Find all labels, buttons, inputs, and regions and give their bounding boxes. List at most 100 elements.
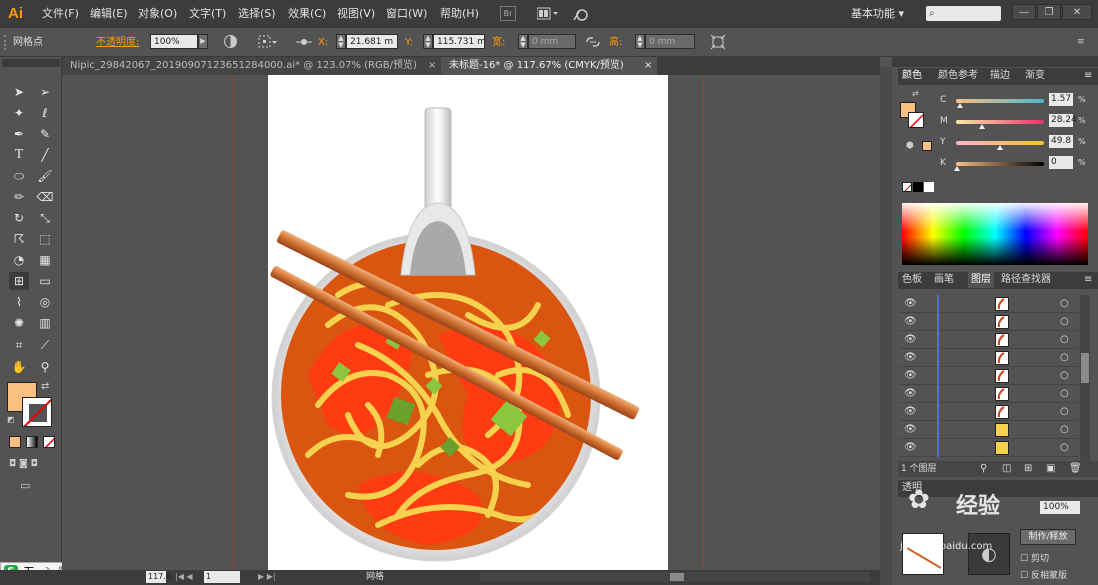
curvature-tool-icon[interactable]: ✎ — [35, 125, 55, 143]
blend-tool-icon[interactable]: ◎ — [35, 293, 55, 311]
layer-row[interactable]: 👁 ○ — [899, 385, 1078, 403]
make-mask-button[interactable]: 制作/释放 — [1020, 529, 1076, 545]
pen-tool-icon[interactable]: ✒ — [9, 125, 29, 143]
target-circle-icon[interactable]: ○ — [1060, 369, 1069, 383]
scale-tool-icon[interactable]: ⤡ — [35, 209, 55, 227]
layer-row[interactable]: 👁 ○ — [899, 403, 1078, 421]
transform-each-icon[interactable] — [710, 34, 726, 50]
layer-row[interactable]: 👁 ○ — [899, 313, 1078, 331]
menu-select[interactable]: 选择(S) — [238, 0, 276, 28]
ellipse-tool-icon[interactable]: ⬭ — [9, 167, 29, 185]
first-page-icon[interactable]: |◀ ◀ — [175, 571, 193, 583]
warp-tool-icon[interactable]: ☈ — [9, 230, 29, 248]
horizontal-scrollbar-thumb[interactable] — [670, 573, 684, 581]
stroke-swatch[interactable] — [22, 397, 52, 427]
lasso-tool-icon[interactable]: ℓ — [35, 104, 55, 122]
visibility-eye-icon[interactable]: 👁 — [904, 423, 917, 437]
shape-builder-tool-icon[interactable]: ◔ — [9, 251, 29, 269]
opacity-dropdown-arrow[interactable]: ▶ — [198, 34, 208, 49]
restore-button[interactable]: ❐ — [1037, 4, 1061, 20]
c-slider[interactable] — [956, 99, 1044, 103]
recolor-icon[interactable] — [223, 34, 238, 49]
artboard[interactable] — [268, 75, 668, 570]
arrange-documents-icon[interactable] — [536, 7, 559, 20]
transform-icon[interactable] — [296, 37, 312, 47]
link-icon[interactable] — [585, 35, 601, 49]
visibility-eye-icon[interactable]: 👁 — [904, 333, 917, 347]
object-thumbnail[interactable] — [902, 533, 944, 575]
tab-brushes[interactable]: 画笔 — [934, 272, 954, 288]
tab-swatches[interactable]: 色板 — [902, 272, 922, 288]
eyedropper-tool-icon[interactable]: ⌇ — [9, 293, 29, 311]
target-circle-icon[interactable]: ○ — [1060, 333, 1069, 347]
tab-document-2[interactable]: 未标题-16* @ 117.67% (CMYK/预览) × — [441, 57, 657, 75]
type-tool-icon[interactable]: T — [9, 146, 29, 164]
page-field[interactable]: 1 — [204, 571, 240, 583]
target-circle-icon[interactable]: ○ — [1060, 405, 1069, 419]
gradient-tool-icon[interactable]: ▭ — [35, 272, 55, 290]
reference-point-icon[interactable] — [258, 35, 278, 49]
magic-wand-tool-icon[interactable]: ✦ — [9, 104, 29, 122]
width-stepper[interactable]: ▲ ▼ — [518, 34, 528, 49]
x-field[interactable]: 21.681 m — [346, 34, 398, 49]
invert-mask-checkbox[interactable]: ☐ 反相蒙版 — [1020, 568, 1067, 581]
target-circle-icon[interactable]: ○ — [1060, 297, 1069, 311]
gradient-mode-icon[interactable] — [26, 436, 38, 448]
default-colors-icon[interactable]: ◩ — [7, 415, 17, 425]
screen-mode-icon[interactable]: ▭ — [20, 479, 42, 493]
zoom-tool-icon[interactable]: ⚲ — [35, 358, 55, 376]
panel-menu-icon[interactable]: ≡ — [1084, 272, 1092, 288]
none-mode-icon[interactable] — [43, 436, 55, 448]
new-layer-icon[interactable]: ▣ — [1046, 462, 1055, 476]
layer-row[interactable]: 👁 ○ — [899, 295, 1078, 313]
transparency-opacity-field[interactable]: 100% — [1040, 501, 1080, 514]
panel-menu-icon[interactable]: ≡ — [1077, 37, 1091, 47]
pencil-tool-icon[interactable]: ✏ — [9, 188, 29, 206]
opacity-label[interactable]: 不透明度: — [96, 35, 139, 50]
target-circle-icon[interactable]: ○ — [1060, 423, 1069, 437]
close-icon[interactable]: × — [644, 57, 652, 75]
y-stepper[interactable]: ▲ ▼ — [423, 34, 433, 49]
hand-tool-icon[interactable]: ✋ — [9, 358, 29, 376]
next-page-icon[interactable]: ▶ ▶| — [258, 571, 276, 583]
locate-object-icon[interactable]: ⚲ — [980, 462, 987, 476]
paintbrush-tool-icon[interactable]: 🖌 — [35, 167, 55, 185]
close-icon[interactable]: × — [428, 57, 436, 75]
target-circle-icon[interactable]: ○ — [1060, 351, 1069, 365]
c-value[interactable]: 1.57 — [1049, 93, 1073, 106]
clip-checkbox[interactable]: ☐ 剪切 — [1020, 551, 1049, 564]
y-slider-thumb[interactable] — [997, 145, 1003, 150]
layers-scrollbar-thumb[interactable] — [1081, 353, 1089, 383]
slice-tool-icon[interactable]: ⟋ — [35, 336, 55, 354]
m-slider-thumb[interactable] — [979, 124, 985, 129]
target-circle-icon[interactable]: ○ — [1060, 315, 1069, 329]
bridge-icon[interactable]: Br — [500, 6, 516, 21]
menu-view[interactable]: 视图(V) — [337, 0, 375, 28]
c-slider-thumb[interactable] — [957, 103, 963, 108]
k-slider[interactable] — [956, 162, 1044, 166]
layer-row[interactable]: 👁 ○ — [899, 421, 1078, 439]
m-slider[interactable] — [956, 120, 1044, 124]
search-input[interactable]: ⌕ — [926, 6, 1001, 21]
mesh-tool-icon[interactable]: ⊞ — [9, 272, 29, 290]
visibility-eye-icon[interactable]: 👁 — [904, 315, 917, 329]
layer-row[interactable]: 👁 ○ — [899, 367, 1078, 385]
delete-layer-icon[interactable]: 🗑 — [1069, 462, 1082, 476]
layer-row[interactable]: 👁 ○ — [899, 439, 1078, 457]
selection-tool-icon[interactable]: ➤ — [9, 83, 29, 101]
eraser-tool-icon[interactable]: ⌫ — [35, 188, 55, 206]
layer-row[interactable]: 👁 ○ — [899, 331, 1078, 349]
menu-edit[interactable]: 编辑(E) — [90, 0, 128, 28]
horizontal-scrollbar[interactable] — [480, 572, 870, 582]
target-circle-icon[interactable]: ○ — [1060, 387, 1069, 401]
rotate-tool-icon[interactable]: ↻ — [9, 209, 29, 227]
y-field[interactable]: 115.731 m — [433, 34, 485, 49]
workspace-switcher[interactable]: 基本功能 ▾ — [851, 0, 904, 28]
close-button[interactable]: ✕ — [1062, 4, 1092, 20]
k-value[interactable]: 0 — [1049, 156, 1073, 169]
new-sublayer-icon[interactable]: ⊞ — [1024, 462, 1032, 476]
height-field[interactable]: 0 mm — [645, 34, 695, 49]
clipping-mask-icon[interactable]: ◫ — [1002, 462, 1011, 476]
visibility-eye-icon[interactable]: 👁 — [904, 297, 917, 311]
gpu-performance-icon[interactable] — [572, 6, 590, 22]
